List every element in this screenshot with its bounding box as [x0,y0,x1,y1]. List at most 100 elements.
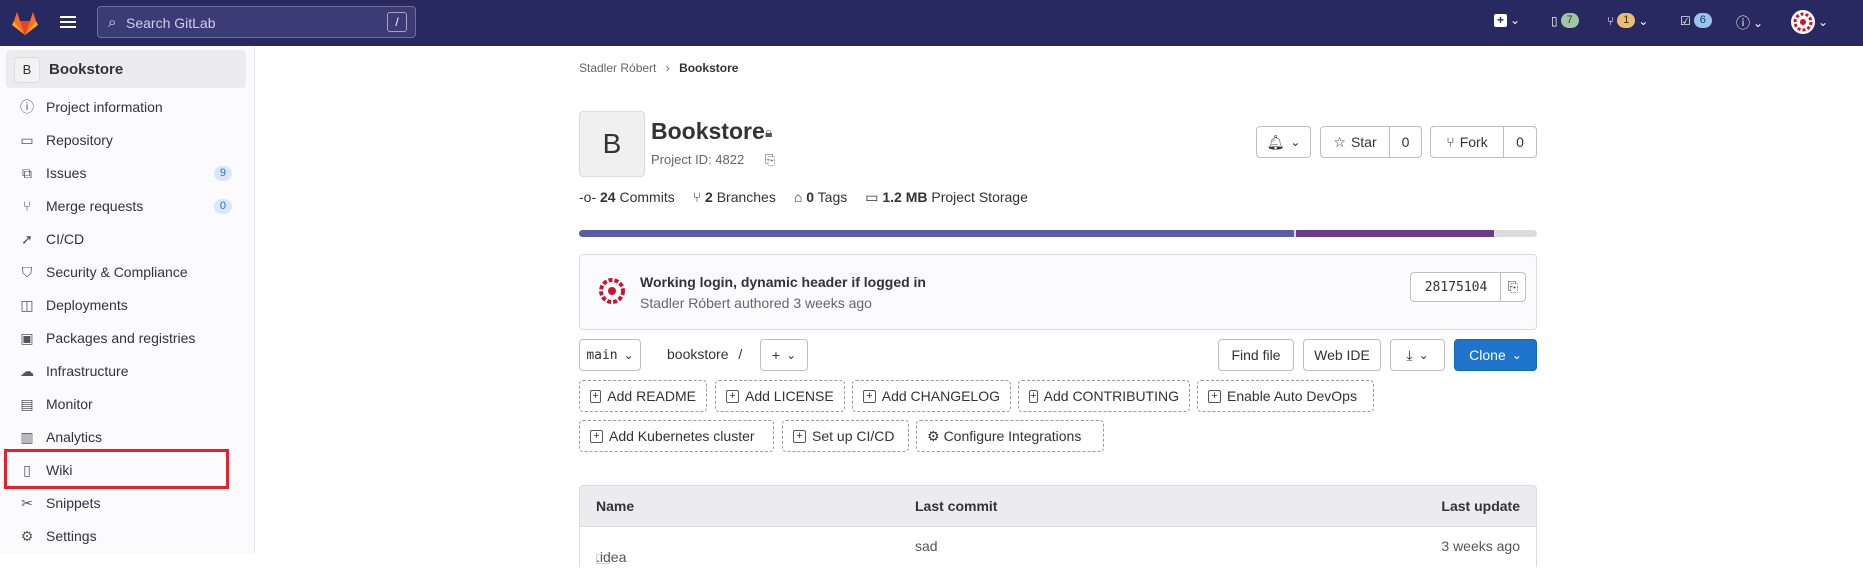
last-commit-box: Working login, dynamic header if logged … [579,254,1537,330]
table-row[interactable]: 🗀︎ .idea sad 3 weeks ago [579,527,1537,567]
commit-author[interactable]: Stadler Róbert [640,295,730,311]
issues-icon: ⑂ [1607,13,1615,28]
search-placeholder: Search GitLab [126,15,216,31]
fork-count[interactable]: 0 [1503,126,1537,158]
configure-integrations-button[interactable]: ⚙ Configure Integrations [916,420,1104,452]
find-file-button[interactable]: Find file [1218,339,1294,371]
merge-request-icon: ▯ [1551,13,1558,28]
plus-square-icon: + [1208,389,1221,403]
sidebar-item-analytics[interactable]: ▥ Analytics [6,422,246,452]
clone-button[interactable]: Clone ⌄ [1454,339,1537,371]
language-segment-2[interactable] [1296,230,1494,237]
top-navbar: ⌕ Search GitLab / + ⌄ ▯ 7 ⑂ 1 ⌄ ☑ 6 ⓘ ⌄ … [0,0,1863,46]
action-label: Add README [607,388,696,404]
issues-nav-button[interactable]: ⑂ 1 ⌄ [1607,13,1648,28]
branch-selector[interactable]: main ⌄ [579,339,641,371]
search-input[interactable]: ⌕ Search GitLab / [97,6,416,38]
merge-requests-count-badge: 0 [213,199,232,214]
add-to-tree-button[interactable]: + ⌄ [760,339,808,371]
sidebar-project-name: Bookstore [49,61,124,78]
path-separator: / [738,346,743,362]
breadcrumb-parent-link[interactable]: Stadler Róbert [579,61,656,75]
storage-stat[interactable]: ▭ 1.2 MB Project Storage [865,189,1028,206]
avatar[interactable] [596,275,628,307]
notification-settings-button[interactable]: 🔔︎ ⌄ [1256,126,1311,158]
star-button[interactable]: ☆ Star [1320,126,1390,158]
monitor-icon: ▤ [20,395,34,412]
gitlab-logo-icon[interactable] [10,8,40,38]
fork-icon: ⑂ [1446,134,1455,150]
add-contributing-button[interactable]: + Add CONTRIBUTING [1018,380,1190,412]
add-readme-button[interactable]: + Add README [579,380,707,412]
sidebar-item-repository[interactable]: ▭ Repository [6,125,246,155]
commits-stat[interactable]: -o- 24 Commits [579,189,675,206]
avatar [1791,10,1815,34]
column-name-header: Name [596,498,635,514]
sidebar-item-project-information[interactable]: ⓘ Project information [6,92,246,122]
shield-icon: ⛉ [21,263,33,280]
star-count[interactable]: 0 [1389,126,1422,158]
commit-title[interactable]: Working login, dynamic header if logged … [640,274,926,290]
chevron-down-icon: ⌄ [1418,348,1429,362]
menu-icon[interactable] [60,13,80,33]
plus-icon: + [771,347,781,363]
branches-stat[interactable]: ⑂ 2 Branches [693,189,776,206]
download-button[interactable]: ⤓ ⌄ [1390,339,1445,371]
sidebar-item-snippets[interactable]: ✂ Snippets [6,488,246,518]
add-kubernetes-cluster-button[interactable]: + Add Kubernetes cluster [579,420,774,452]
fork-button[interactable]: ⑂ Fork [1430,126,1504,158]
action-label: Enable Auto DevOps [1227,388,1357,404]
new-item-button[interactable]: + ⌄ [1494,13,1520,27]
repository-languages-bar[interactable] [579,230,1537,237]
help-icon: ⓘ [1736,15,1750,31]
todos-count-badge: 6 [1693,13,1712,28]
file-last-update: 3 weeks ago [1441,538,1520,554]
search-icon: ⌕ [108,14,117,31]
set-up-ci-cd-button[interactable]: + Set up CI/CD [782,420,909,452]
add-changelog-button[interactable]: + Add CHANGELOG [852,380,1011,412]
copy-sha-icon[interactable]: ⎘ [1500,272,1526,302]
add-license-button[interactable]: + Add LICENSE [715,380,845,412]
commit-sha[interactable]: 28175104 [1410,272,1502,302]
repo-path-root[interactable]: bookstore [667,346,728,362]
sidebar-item-label: Security & Compliance [46,264,188,280]
mr-count-badge: 7 [1560,13,1579,28]
sidebar-item-merge-requests[interactable]: ⑂ Merge requests 0 [6,191,246,221]
sidebar-item-security[interactable]: ⛉ Security & Compliance [6,257,246,287]
copy-project-id-icon[interactable]: ⎘ [765,152,775,168]
sidebar-item-issues[interactable]: ⧉ Issues 9 [6,158,246,188]
project-avatar-large: B [579,111,645,177]
clone-label: Clone [1469,347,1506,363]
plus-square-icon: + [1494,13,1507,27]
sidebar-item-deployments[interactable]: ◫ Deployments [6,290,246,320]
file-last-commit[interactable]: sad [915,538,938,554]
sidebar-item-label: Repository [46,132,113,148]
action-label: Add CONTRIBUTING [1043,388,1179,404]
sidebar-item-label: Project information [46,99,163,115]
sidebar-item-packages[interactable]: ▣ Packages and registries [6,323,246,353]
rocket-icon: ➚ [21,230,33,247]
breadcrumb-current[interactable]: Bookstore [679,61,738,75]
enable-auto-devops-button[interactable]: + Enable Auto DevOps [1197,380,1374,412]
project-avatar: B [14,57,40,83]
sidebar-item-label: Infrastructure [46,363,129,379]
todos-nav-button[interactable]: ☑ 6 [1680,13,1712,28]
doc-icon: ▭ [20,131,34,148]
language-segment-1[interactable] [579,230,1294,237]
action-label: Add CHANGELOG [881,388,1000,404]
action-label: Set up CI/CD [812,428,895,444]
merge-requests-nav-button[interactable]: ▯ 7 [1551,13,1579,28]
sidebar-item-ci-cd[interactable]: ➚ CI/CD [6,224,246,254]
tags-stat[interactable]: ⌂ 0 Tags [794,189,847,206]
sidebar-item-infrastructure[interactable]: ☁ Infrastructure [6,356,246,386]
sidebar-item-settings[interactable]: ⚙ Settings [6,521,246,551]
web-ide-button[interactable]: Web IDE [1303,339,1381,371]
fork-label: Fork [1459,134,1488,150]
sidebar-project-header[interactable]: B Bookstore [6,50,246,88]
help-button[interactable]: ⓘ ⌄ [1736,13,1763,33]
search-shortcut: / [387,12,407,32]
star-label: Star [1350,134,1377,150]
chevron-down-icon: ⌄ [1511,348,1522,362]
user-menu-button[interactable]: ⌄ [1791,10,1828,34]
sidebar-item-monitor[interactable]: ▤ Monitor [6,389,246,419]
